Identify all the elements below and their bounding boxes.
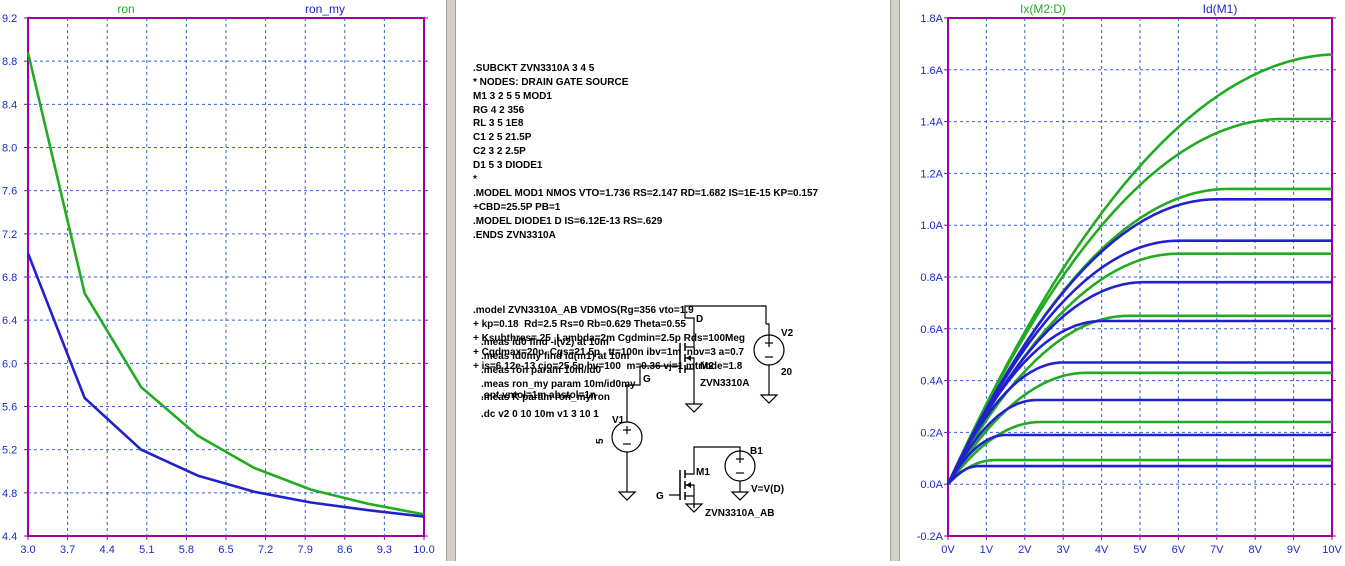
- m1-name-label: M1: [696, 467, 710, 478]
- meas-line: .meas id0my find id(m1) at 10m: [481, 350, 630, 362]
- right-x-tick-label: 3V: [1056, 544, 1070, 556]
- left-x-tick-label: 3.0: [20, 544, 35, 556]
- left-y-tick-label: 6.4: [2, 315, 17, 327]
- left-y-tick-label: 4.8: [2, 488, 17, 500]
- left-x-tick-label: 8.6: [337, 544, 352, 556]
- right-y-tick-label: 1.6A: [920, 65, 943, 77]
- subckt-line: RG 4 2 356: [473, 104, 525, 116]
- right-x-tick-label: 1V: [980, 544, 994, 556]
- left-legend-ron: ron: [117, 2, 134, 16]
- subckt-line: * NODES: DRAIN GATE SOURCE: [473, 76, 629, 88]
- left-x-tick-label: 6.5: [218, 544, 233, 556]
- subckt-line: .ENDS ZVN3310A: [473, 229, 556, 241]
- right-x-tick-label: 6V: [1172, 544, 1186, 556]
- left-waveform-pane[interactable]: 3.0 3.7 4.4 5.1 5.8 6.5 7.2 7.9 8.6 9.3 10.0 9.2 8.8…: [0, 0, 446, 561]
- m1-drain-wire: [693, 446, 741, 462]
- meas-line: .meas id0 find -i(v2) at 10m: [481, 336, 609, 348]
- left-x-tick-label: 7.2: [258, 544, 273, 556]
- right-waveform-pane[interactable]: 0V 1V 2V 3V 4V 5V 6V 7V 8V 9V 10V 1.8A 1.6A 1.4A 1.2A 1…: [900, 0, 1345, 561]
- left-x-tick-label: 5.1: [139, 544, 154, 556]
- subckt-directive[interactable]: .SUBCKT ZVN3310A 3 4 5 * NODES: DRAIN GAT…: [473, 62, 818, 243]
- right-x-tick-label: 2V: [1018, 544, 1032, 556]
- right-x-tick-label: 0V: [941, 544, 955, 556]
- right-y-tick-label: -0.2A: [917, 531, 944, 543]
- right-y-tick-label: 1.0A: [920, 220, 943, 232]
- subckt-line: *: [473, 174, 477, 186]
- right-x-tick-label: 4V: [1095, 544, 1109, 556]
- ground-m2: [684, 403, 704, 413]
- opt-directive[interactable]: .opt vntol=1m abstol=1n: [481, 389, 596, 403]
- left-x-tick-label: 10.0: [413, 544, 434, 556]
- left-y-tick-label: 8.0: [2, 143, 17, 155]
- dc-directive[interactable]: .dc v2 0 10 10m v1 3 10 1: [481, 408, 599, 422]
- left-legend-ron-my: ron_my: [305, 2, 345, 16]
- left-y-tick-label: 6.0: [2, 358, 17, 370]
- left-x-tick-label: 4.4: [100, 544, 115, 556]
- subckt-line: .MODEL DIODE1 D IS=6.12E-13 RS=.629: [473, 215, 663, 227]
- left-y-tick-label: 8.4: [2, 99, 17, 111]
- right-y-tick-label: 1.2A: [920, 168, 943, 180]
- right-legend-ix-m2-d-: Ix(M2:D): [1020, 2, 1066, 16]
- right-y-tick-label: 0.4A: [920, 376, 943, 388]
- left-x-tick-label: 3.7: [60, 544, 75, 556]
- left-y-tick-label: 4.4: [2, 531, 17, 543]
- mosfet-m1[interactable]: [679, 462, 695, 508]
- right-x-tick-label: 7V: [1210, 544, 1224, 556]
- left-y-tick-label: 9.2: [2, 13, 17, 25]
- right-y-tick-label: 1.4A: [920, 117, 943, 129]
- left-y-tick-label: 7.6: [2, 186, 17, 198]
- left-x-tick-label: 7.9: [298, 544, 313, 556]
- ltspice-window: 3.0 3.7 4.4 5.1 5.8 6.5 7.2 7.9 8.6 9.3 10.0 9.2 8.8…: [0, 0, 1345, 561]
- right-x-tick-label: 8V: [1248, 544, 1262, 556]
- left-y-tick-label: 5.6: [2, 402, 17, 414]
- drain-lead: [685, 462, 695, 475]
- subckt-line: D1 5 3 DIODE1: [473, 160, 543, 172]
- left-y-tick-label: 7.2: [2, 229, 17, 241]
- b1-name-label: B1: [750, 446, 763, 457]
- net-label-g-m1: G: [656, 491, 664, 502]
- right-plot-svg[interactable]: 0V 1V 2V 3V 4V 5V 6V 7V 8V 9V 10V 1.8A 1.6A 1.4A 1.2A 1…: [900, 0, 1345, 561]
- subckt-line: M1 3 2 5 5 MOD1: [473, 90, 552, 102]
- m1-model-label: ZVN3310A_AB: [705, 508, 774, 519]
- meas-line: .meas ron param 10m/id0: [481, 364, 602, 376]
- ground-b1: [730, 491, 750, 501]
- left-y-tick-label: 5.2: [2, 445, 17, 457]
- pane-splitter-right[interactable]: [890, 0, 900, 561]
- right-y-tick-label: 0.2A: [920, 427, 943, 439]
- ground-v1: [617, 491, 637, 501]
- right-y-tick-label: 0.8A: [920, 272, 943, 284]
- subckt-line: .MODEL MOD1 NMOS VTO=1.736 RS=2.147 RD=1…: [473, 187, 819, 199]
- source-lead: [685, 495, 695, 508]
- subckt-line: .SUBCKT ZVN3310A 3 4 5: [473, 62, 595, 74]
- left-y-tick-label: 6.8: [2, 272, 17, 284]
- subckt-line: C2 3 2 2.5P: [473, 146, 526, 158]
- left-x-tick-label: 9.3: [377, 544, 392, 556]
- v1-value-label: 5: [595, 438, 606, 444]
- right-y-tick-label: 0.0A: [920, 479, 943, 491]
- b1-value-label: V=V(D): [751, 484, 784, 495]
- left-y-tick-label: 8.8: [2, 56, 17, 68]
- right-x-tick-label: 9V: [1287, 544, 1301, 556]
- body-arrow: [686, 482, 691, 488]
- pane-splitter-left[interactable]: [446, 0, 456, 561]
- subckt-line: C1 2 5 21.5P: [473, 132, 532, 144]
- left-plot-svg[interactable]: 3.0 3.7 4.4 5.1 5.8 6.5 7.2 7.9 8.6 9.3 10.0 9.2 8.8…: [0, 0, 446, 561]
- right-legend-id-m1-: Id(M1): [1203, 2, 1238, 16]
- subckt-line: RL 3 5 1E8: [473, 118, 524, 130]
- right-y-tick-label: 0.6A: [920, 324, 943, 336]
- right-y-tick-label: 1.8A: [920, 13, 943, 25]
- right-x-tick-label: 10V: [1322, 544, 1342, 556]
- left-x-tick-label: 5.8: [179, 544, 194, 556]
- subckt-line: +CBD=25.5P PB=1: [473, 201, 561, 213]
- right-x-tick-label: 5V: [1133, 544, 1147, 556]
